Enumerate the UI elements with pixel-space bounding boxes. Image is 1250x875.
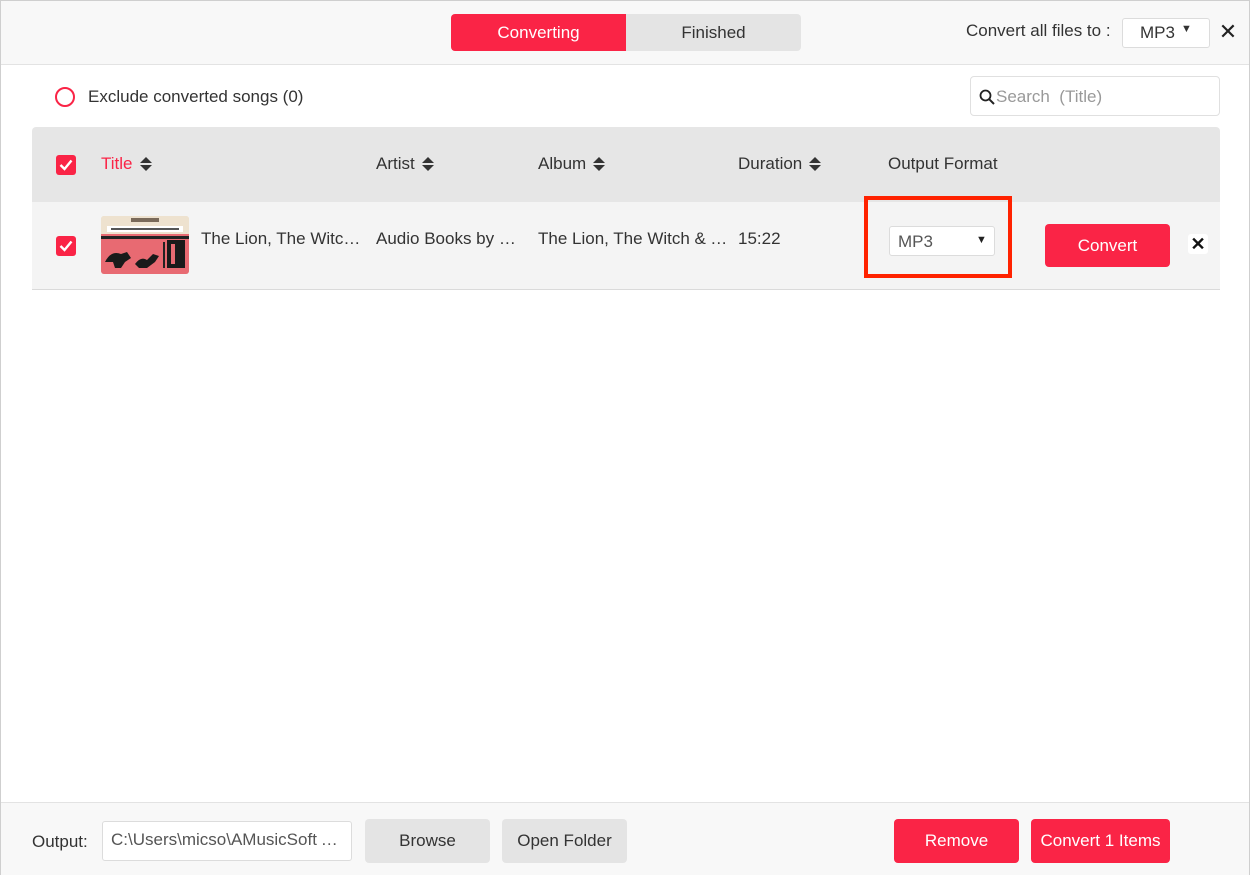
row-convert-button[interactable]: Convert — [1045, 224, 1170, 267]
sort-icon[interactable] — [421, 156, 434, 172]
row-remove-icon[interactable]: ✕ — [1188, 234, 1208, 254]
column-album-label: Album — [538, 154, 587, 173]
close-icon[interactable]: ✕ — [1217, 19, 1239, 45]
column-duration-label: Duration — [738, 154, 803, 173]
output-path-field[interactable]: C:\Users\micso\AMusicSoft Apple Music Co… — [102, 821, 352, 861]
converter-window: Converting Finished Convert all files to… — [0, 0, 1250, 875]
column-header-artist[interactable]: Artist — [376, 154, 434, 174]
browse-button[interactable]: Browse — [365, 819, 490, 863]
sort-icon[interactable] — [139, 156, 152, 172]
convert-all-format-select[interactable]: MP3 ▼ — [1122, 18, 1210, 48]
remove-button[interactable]: Remove — [894, 819, 1019, 863]
column-header-duration[interactable]: Duration — [738, 154, 822, 174]
footer-bar: Output: C:\Users\micso\AMusicSoft Apple … — [1, 802, 1249, 875]
column-output-format-label: Output Format — [888, 154, 998, 173]
search-input[interactable] — [996, 83, 1211, 111]
radio-circle-icon[interactable] — [55, 87, 75, 107]
column-header-album[interactable]: Album — [538, 154, 606, 174]
convert-items-button[interactable]: Convert 1 Items — [1031, 819, 1170, 863]
column-header-title[interactable]: Title — [101, 154, 152, 174]
sort-icon[interactable] — [593, 156, 606, 172]
exclude-converted-label: Exclude converted songs (0) — [88, 87, 304, 106]
row-artist: Audio Books by C.S. Lewis — [376, 229, 524, 248]
tab-finished[interactable]: Finished — [626, 14, 801, 51]
select-all-checkbox[interactable] — [56, 155, 76, 175]
open-folder-button[interactable]: Open Folder — [502, 819, 627, 863]
row-title: The Lion, The Witch & The Wardrobe — [201, 229, 367, 248]
output-label: Output: — [32, 832, 88, 851]
column-artist-label: Artist — [376, 154, 415, 173]
row-album: The Lion, The Witch & The Wardrobe — [538, 229, 732, 248]
column-title-label: Title — [101, 154, 133, 173]
checkmark-icon — [59, 159, 73, 171]
table-header: Title Artist Album Duration Output Forma… — [32, 127, 1220, 202]
convert-all-format-value: MP3 — [1140, 23, 1175, 42]
tab-converting[interactable]: Converting — [451, 14, 626, 51]
checkmark-icon — [59, 240, 73, 252]
caret-down-icon: ▼ — [1181, 23, 1192, 35]
search-icon — [979, 89, 995, 105]
column-header-output-format: Output Format — [888, 154, 998, 174]
row-checkbox[interactable] — [56, 236, 76, 256]
album-cover — [101, 216, 189, 274]
album-art-image — [101, 216, 189, 274]
sort-icon[interactable] — [809, 156, 822, 172]
table-row[interactable]: The Lion, The Witch & The Wardrobe Audio… — [32, 196, 1220, 290]
row-duration: 15:22 — [738, 229, 781, 248]
row-output-format-select[interactable]: MP3 ▼ — [889, 226, 995, 256]
convert-all-label: Convert all files to : — [966, 21, 1111, 40]
exclude-converted-toggle[interactable]: Exclude converted songs (0) — [55, 86, 303, 108]
search-box[interactable] — [970, 76, 1220, 116]
row-output-format-value: MP3 — [898, 232, 933, 251]
caret-down-icon: ▼ — [976, 234, 987, 246]
top-bar: Converting Finished Convert all files to… — [1, 1, 1249, 65]
